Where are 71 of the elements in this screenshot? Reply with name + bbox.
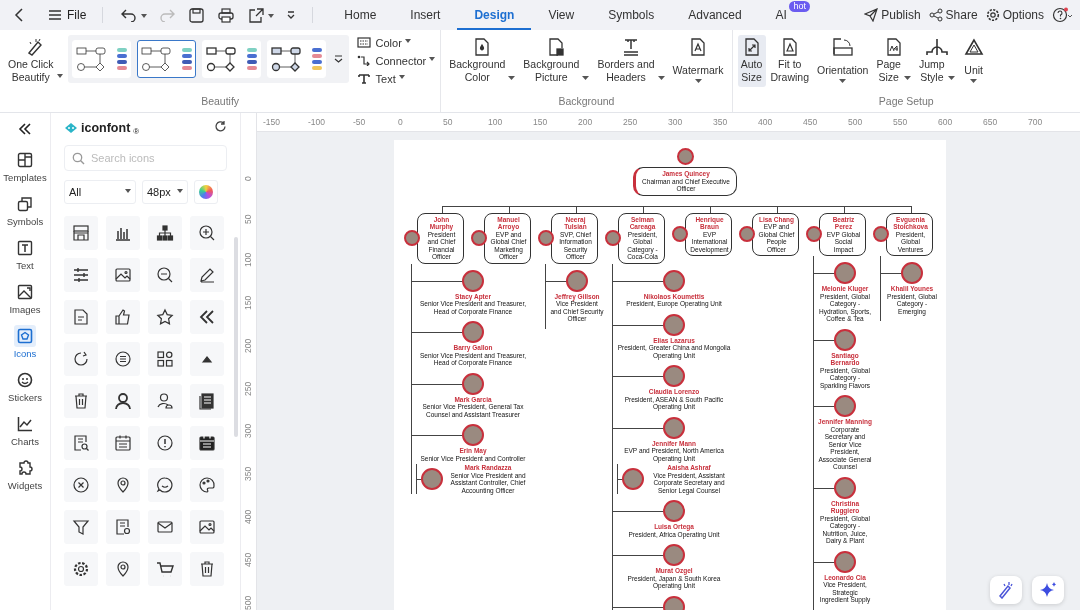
ruler-label: 500 xyxy=(242,594,254,610)
sidebar-tab[interactable]: Widgets xyxy=(2,457,48,494)
publish-button[interactable]: Publish xyxy=(881,8,921,22)
registered-mark: ® xyxy=(133,126,140,136)
ruler-label: 250 xyxy=(623,116,639,129)
ruler-label: 100 xyxy=(242,251,254,267)
ruler-label: 350 xyxy=(713,116,729,129)
sidebar-tab[interactable]: Images xyxy=(2,281,48,318)
menu-tab[interactable]: Design xyxy=(457,0,532,30)
ruler-label: 50 xyxy=(443,116,454,129)
background-picture-button[interactable]: Background Picture xyxy=(520,35,593,87)
group-label: Background xyxy=(558,94,615,108)
jump-style-button[interactable]: Jump Style xyxy=(915,35,958,87)
one-click-beautify-button[interactable]: One Click Beautify xyxy=(5,35,66,87)
ruler-label: 0 xyxy=(242,175,254,181)
ruler-label: 350 xyxy=(242,466,254,482)
ruler-label: 0 xyxy=(398,116,404,129)
ruler-label: -50 xyxy=(353,116,367,129)
menu-tab[interactable]: Symbols xyxy=(591,0,672,30)
file-menu[interactable]: File xyxy=(67,8,87,22)
brand-name: iconfont xyxy=(81,121,131,135)
sidebar-tab[interactable]: Stickers xyxy=(2,369,48,406)
sidebar-tab[interactable]: Symbols xyxy=(2,193,48,230)
ruler-label: 600 xyxy=(938,116,954,129)
ruler-label: 300 xyxy=(668,116,684,129)
sidebar-tab[interactable]: Templates xyxy=(2,149,48,186)
ruler-label: 300 xyxy=(242,423,254,439)
connector-button[interactable]: Connector xyxy=(375,54,436,67)
ruler-label: 50 xyxy=(242,213,254,224)
orientation-button[interactable]: Orientation xyxy=(814,35,872,86)
share-button[interactable]: Share xyxy=(945,8,978,22)
ruler-label: 450 xyxy=(803,116,819,129)
sidebar-tab[interactable]: Icons xyxy=(2,325,48,362)
watermark-button[interactable]: Watermark xyxy=(669,35,727,86)
ruler-label: 250 xyxy=(242,380,254,396)
ruler-label: 150 xyxy=(533,116,549,129)
ruler-label: 550 xyxy=(893,116,909,129)
ruler-label: 400 xyxy=(242,508,254,525)
ruler-label: 150 xyxy=(242,294,254,310)
menu-tab[interactable]: Home xyxy=(327,0,394,30)
search-field[interactable]: Search icons xyxy=(64,145,227,171)
unit-button[interactable]: Unit xyxy=(959,35,988,86)
ruler-label: 200 xyxy=(578,116,594,129)
menu-tab[interactable]: AI hot xyxy=(758,0,811,30)
ruler-label: -100 xyxy=(308,116,326,129)
menu-tab[interactable]: Insert xyxy=(393,0,458,30)
color-button[interactable]: Color xyxy=(375,36,411,49)
borders-headers-button[interactable]: Borders and Headers xyxy=(594,35,668,87)
group-label: Beautify xyxy=(201,94,240,108)
hot-badge: hot xyxy=(789,1,810,12)
size-dropdown[interactable]: 48px xyxy=(142,180,188,204)
options-button[interactable]: Options xyxy=(1002,8,1044,22)
fit-to-drawing-button[interactable]: Fit to Drawing xyxy=(767,35,813,87)
ruler-label: 650 xyxy=(983,116,999,129)
category-dropdown[interactable]: All xyxy=(64,180,136,204)
ruler-label: -150 xyxy=(263,116,281,129)
ruler-label: 500 xyxy=(848,116,864,129)
auto-size-button[interactable]: Auto Size xyxy=(737,35,766,87)
sidebar-tab[interactable]: Charts xyxy=(2,413,48,450)
background-color-button[interactable]: Background Color xyxy=(446,35,519,87)
ruler-label: 100 xyxy=(488,116,504,129)
ruler-label: 400 xyxy=(758,116,774,129)
group-label: Page Setup xyxy=(878,94,934,108)
ruler-label: 700 xyxy=(1028,116,1044,129)
ruler-label: 450 xyxy=(242,551,254,568)
text-style-button[interactable]: Text xyxy=(375,72,405,85)
page-size-button[interactable]: Page Size xyxy=(873,35,914,87)
ruler-label: 200 xyxy=(242,337,254,353)
sidebar-tab[interactable]: Text xyxy=(2,237,48,274)
menu-tab[interactable]: Advanced xyxy=(671,0,759,30)
menu-tab[interactable]: View xyxy=(531,0,592,30)
